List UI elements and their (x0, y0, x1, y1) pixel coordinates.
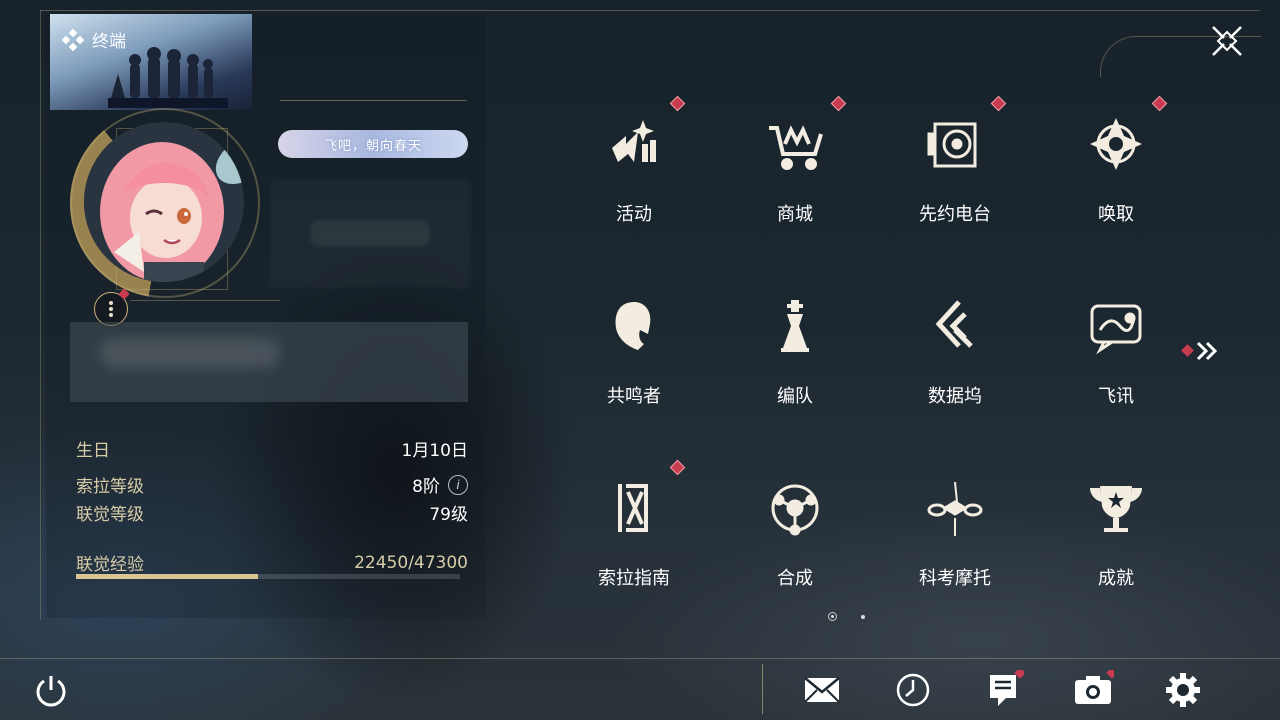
menu-label: 索拉指南 (598, 568, 670, 589)
terminal-title: 终端 (62, 27, 126, 52)
bottom-separator (762, 664, 763, 714)
menu-label: 活动 (616, 204, 652, 225)
synthesis-icon (765, 478, 825, 538)
frame-left-line (40, 10, 41, 620)
camera-button[interactable] (1072, 667, 1118, 710)
notice-icon (990, 667, 1026, 706)
menu-badge (669, 95, 686, 112)
union-exp-bar-fill (76, 574, 259, 579)
close-button[interactable] (1204, 18, 1250, 64)
signature-text: 飞吧，朝向春天 (323, 138, 422, 154)
shop-icon (765, 114, 825, 174)
message-icon (1086, 296, 1146, 356)
banner-characters (108, 47, 228, 108)
next-page-button[interactable] (1180, 338, 1224, 364)
avatar[interactable] (84, 122, 244, 282)
data-bank-icon (925, 296, 985, 356)
menu-item-synthesis[interactable]: 合成 (720, 464, 870, 614)
union-level-value: 79级 (429, 505, 468, 525)
mail-button[interactable] (801, 670, 843, 710)
page-dot[interactable] (861, 615, 865, 619)
sola-level-label: 索拉等级 (76, 477, 144, 497)
notice-button[interactable] (982, 667, 1026, 710)
resonator-icon (604, 296, 664, 356)
bottom-divider (0, 658, 1280, 659)
frame-top-line (40, 10, 1260, 11)
union-exp-label: 联觉经验 (76, 555, 144, 575)
menu-item-guidebook[interactable]: 索拉指南 (559, 459, 709, 614)
union-level-row: 联觉等级 79级 (76, 500, 468, 525)
terminal-title-text: 终端 (92, 32, 126, 52)
menu-label: 数据坞 (928, 386, 982, 407)
name-area-blurred (270, 180, 470, 288)
id-area-blurred (70, 322, 468, 402)
menu-label: 先约电台 (919, 204, 991, 225)
menu-item-event[interactable]: 活动 (559, 95, 709, 250)
menu-label: 飞讯 (1098, 386, 1134, 407)
union-level-label: 联觉等级 (76, 505, 144, 525)
menu-label: 编队 (777, 386, 813, 407)
team-icon (765, 296, 825, 356)
more-dots-icon (109, 300, 113, 318)
menu-label: 共鸣者 (607, 386, 661, 407)
menu-item-motorcycle[interactable]: 科考摩托 (880, 464, 1030, 614)
menu-item-message[interactable]: 飞讯 (1041, 282, 1191, 432)
avatar-underline (130, 300, 280, 301)
menu-label: 商城 (777, 204, 813, 225)
menu-label: 合成 (777, 568, 813, 589)
avatar-portrait (84, 122, 244, 282)
menu-badge (669, 459, 686, 476)
menu-label: 科考摩托 (919, 568, 991, 589)
menu-badge (990, 95, 1007, 112)
page-dot-active[interactable] (828, 612, 837, 621)
menu-item-achievement[interactable]: 成就 (1041, 464, 1191, 614)
sola-level-row: 索拉等级 8阶 i (76, 472, 468, 497)
achievement-icon (1086, 478, 1146, 538)
sola-level-value: 8阶 (412, 477, 440, 497)
mail-icon (804, 677, 840, 703)
terminal-icon (62, 28, 84, 51)
motorcycle-icon (925, 478, 985, 538)
settings-icon (1166, 673, 1200, 707)
event-icon (604, 114, 664, 174)
camera-icon (1075, 667, 1118, 704)
clock-icon (896, 673, 930, 707)
union-exp-bar (76, 574, 460, 579)
menu-item-data-bank[interactable]: 数据坞 (880, 282, 1030, 432)
menu-item-team[interactable]: 编队 (720, 282, 870, 432)
menu-item-resonator[interactable]: 共鸣者 (559, 282, 709, 432)
birthday-label: 生日 (76, 441, 110, 461)
menu-item-shop[interactable]: 商城 (720, 95, 870, 250)
union-exp-row: 联觉经验 22450/47300 (76, 550, 468, 576)
menu-item-radio[interactable]: 先约电台 (880, 95, 1030, 250)
double-chevron-right-icon (1181, 341, 1218, 361)
menu-item-convene[interactable]: 唤取 (1041, 95, 1191, 250)
power-button[interactable] (30, 670, 72, 710)
menu-label: 成就 (1098, 568, 1134, 589)
menu-label: 唤取 (1098, 204, 1134, 225)
close-icon (1212, 26, 1242, 56)
settings-button[interactable] (1162, 670, 1204, 710)
power-icon (36, 676, 66, 707)
menu-badge (830, 95, 847, 112)
menu-badge (1151, 95, 1168, 112)
radio-icon (925, 114, 985, 174)
union-exp-value: 22450/47300 (354, 552, 468, 573)
birthday-row: 生日 1月10日 (76, 436, 468, 461)
signature-card[interactable]: 飞吧，朝向春天 (278, 130, 468, 158)
signature-divider (280, 100, 467, 101)
page-indicator (828, 612, 888, 624)
birthday-value: 1月10日 (401, 441, 468, 461)
info-icon[interactable]: i (448, 474, 468, 495)
convene-icon (1086, 114, 1146, 174)
clock-button[interactable] (892, 670, 934, 710)
avatar-frame (46, 108, 276, 326)
guidebook-icon (604, 478, 664, 538)
